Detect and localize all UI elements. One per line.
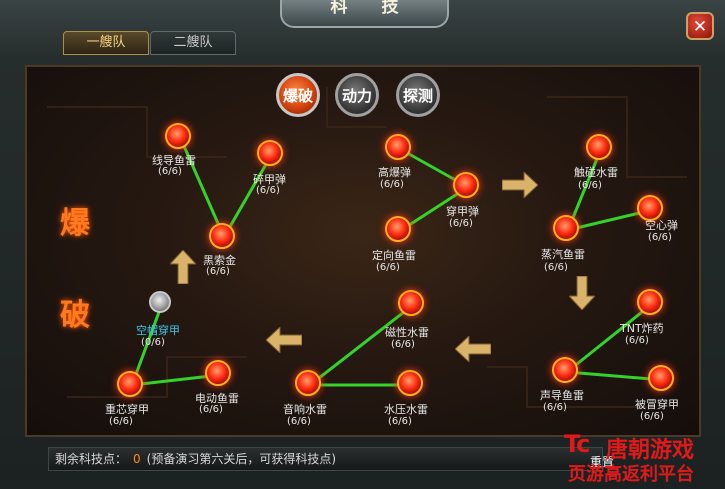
tech-node-capped-ap[interactable] xyxy=(648,365,674,391)
watermark-logo: Tc xyxy=(564,430,590,458)
node-level: (6/6) xyxy=(256,185,280,196)
arrow-right-icon xyxy=(502,172,538,198)
node-name: 定向鱼雷 xyxy=(372,249,416,262)
node-name: 空心弹 xyxy=(645,219,678,232)
arrow-left-icon xyxy=(266,327,302,353)
site-watermark: Tc 唐朝游戏 页游高返利平台 xyxy=(560,430,725,489)
node-name: 穿甲弹 xyxy=(446,205,479,218)
tech-node-acoustic-mine[interactable] xyxy=(295,370,321,396)
category-explosive-button[interactable]: 爆破 xyxy=(276,73,320,117)
node-level: (6/6) xyxy=(158,166,182,177)
points-hint: (预备演习第六关后，可获得科技点) xyxy=(146,452,337,466)
node-level: (6/6) xyxy=(199,404,223,415)
arrow-down-icon xyxy=(569,276,595,310)
branch-title-char-1: 爆 xyxy=(60,206,90,241)
node-name: 被冒穿甲 xyxy=(635,398,679,411)
node-level: (6/6) xyxy=(380,179,404,190)
watermark-line-2: 页游高返利平台 xyxy=(568,464,694,485)
node-name: 蒸汽鱼雷 xyxy=(541,248,585,261)
node-level: (6/6) xyxy=(640,411,664,422)
window-title: 科 技 xyxy=(280,0,449,28)
tech-node-pressure-mine[interactable] xyxy=(397,370,423,396)
node-level: (6/6) xyxy=(109,416,133,427)
node-level: (6/6) xyxy=(578,180,602,191)
node-name: 音响水雷 xyxy=(283,403,327,416)
node-level: (0/6) xyxy=(141,337,165,348)
node-level: (6/6) xyxy=(376,262,400,273)
points-value: 0 xyxy=(133,452,141,466)
branch-title-char-2: 破 xyxy=(60,298,90,333)
node-name: 触碰水雷 xyxy=(574,166,618,179)
node-level: (6/6) xyxy=(543,402,567,413)
tech-node-sonar-torpedo[interactable] xyxy=(552,357,578,383)
tech-window: 科 技 ✕ 一艘队 二艘队 爆破 动力 探测 爆 破 线导鱼雷 (6/6) 碎甲… xyxy=(0,0,725,489)
node-level: (6/6) xyxy=(391,339,415,350)
node-name: 声导鱼雷 xyxy=(540,389,584,402)
category-power-button[interactable]: 动力 xyxy=(335,73,379,117)
arrow-up-icon xyxy=(170,250,196,284)
tech-node-hollow-cap-ap[interactable] xyxy=(149,291,171,313)
tech-node-contact-mine[interactable] xyxy=(586,134,612,160)
tech-node-tnt[interactable] xyxy=(637,289,663,315)
node-name: 磁性水雷 xyxy=(385,326,429,339)
tech-node-electric-torpedo[interactable] xyxy=(205,360,231,386)
tab-fleet-2[interactable]: 二艘队 xyxy=(150,31,236,55)
tech-node-pierce-shell[interactable] xyxy=(453,172,479,198)
points-label: 剩余科技点： xyxy=(55,452,128,466)
tech-node-heavy-core-ap[interactable] xyxy=(117,371,143,397)
node-level: (6/6) xyxy=(544,262,568,273)
node-name: 高爆弹 xyxy=(378,166,411,179)
tech-node-he-shell[interactable] xyxy=(385,134,411,160)
arrow-left-icon xyxy=(455,336,491,362)
node-level: (6/6) xyxy=(625,335,649,346)
tech-node-rdx[interactable] xyxy=(209,223,235,249)
node-level: (6/6) xyxy=(287,416,311,427)
node-level: (6/6) xyxy=(206,266,230,277)
node-name: 重芯穿甲 xyxy=(105,403,149,416)
node-level: (6/6) xyxy=(449,218,473,229)
node-name: 空帽穿甲 xyxy=(136,324,180,337)
tech-node-magnetic-mine[interactable] xyxy=(398,290,424,316)
category-detect-button[interactable]: 探测 xyxy=(396,73,440,117)
tech-node-directional-torpedo[interactable] xyxy=(385,216,411,242)
tech-points-status: 剩余科技点： 0 (预备演习第六关后，可获得科技点) xyxy=(48,447,603,471)
tech-node-steam-torpedo[interactable] xyxy=(553,215,579,241)
node-level: (6/6) xyxy=(648,232,672,243)
node-name: 水压水雷 xyxy=(384,403,428,416)
node-name: TNT炸药 xyxy=(620,322,664,335)
node-level: (6/6) xyxy=(388,416,412,427)
tech-node-ap-shell[interactable] xyxy=(257,140,283,166)
tab-fleet-1[interactable]: 一艘队 xyxy=(63,31,149,55)
close-button[interactable]: ✕ xyxy=(686,12,714,40)
tech-node-wire-torpedo[interactable] xyxy=(165,123,191,149)
